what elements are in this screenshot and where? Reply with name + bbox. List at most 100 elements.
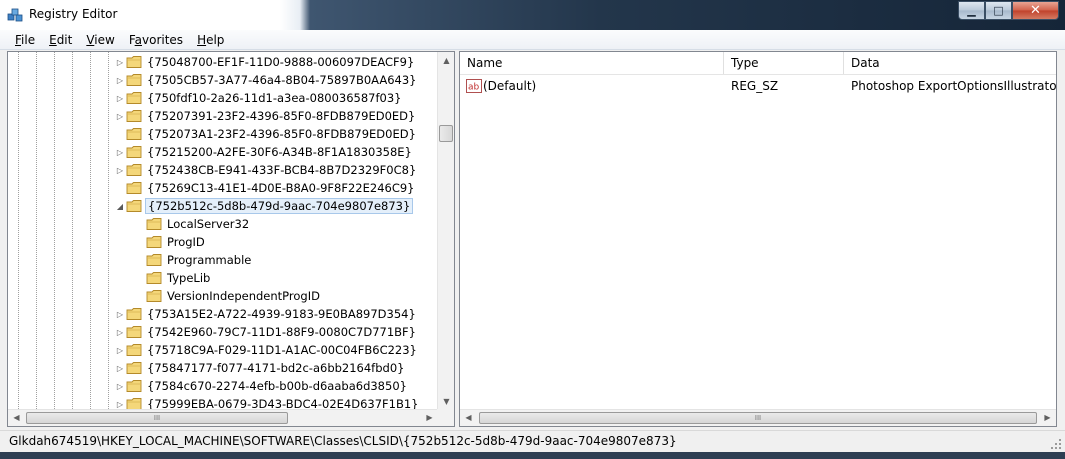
tree-node-label: {75215200-A2FE-30F6-A34B-8F1A1830358E} (147, 145, 412, 159)
tree-node-label: {750fdf10-2a26-11d1-a3ea-080036587f03} (147, 91, 402, 105)
status-key-path: Glkdah674519\HKEY_LOCAL_MACHINE\SOFTWARE… (9, 434, 677, 448)
tree-node[interactable]: {752073A1-23F2-4396-85F0-8FDB879ED0ED} (8, 125, 438, 143)
tree-node[interactable]: ◢ {752b512c-5d8b-479d-9aac-704e9807e873} (8, 197, 438, 215)
tree-node[interactable]: {75269C13-41E1-4D0E-B8A0-9F8F22E246C9} (8, 179, 438, 197)
caption-buttons: ▁ □ ✕ (958, 1, 1059, 21)
tree-horizontal-scrollbar[interactable]: ◀ III ▶ (8, 409, 438, 426)
resize-grip-icon[interactable] (1050, 438, 1062, 450)
maximize-button[interactable]: □ (985, 1, 1012, 20)
column-header-data[interactable]: Data (844, 52, 1056, 74)
tree-collapsed-arrow-icon[interactable]: ▷ (116, 328, 124, 337)
scroll-right-arrow-icon[interactable]: ▶ (421, 410, 438, 426)
scroll-grip-icon: III (754, 414, 762, 422)
folder-icon (126, 73, 142, 87)
tree-collapsed-arrow-icon[interactable]: ▷ (116, 148, 124, 157)
tree-node-label: {752073A1-23F2-4396-85F0-8FDB879ED0ED} (147, 127, 416, 141)
values-horizontal-scrollbar[interactable]: ◀ III ▶ (460, 409, 1056, 426)
folder-icon (126, 109, 142, 123)
tree-node[interactable]: ▷ {75718C9A-F029-11D1-A1AC-00C04FB6C223} (8, 341, 438, 359)
scroll-up-arrow-icon[interactable]: ▲ (438, 52, 454, 69)
value-row[interactable]: ab (Default) REG_SZ Photoshop ExportOpti… (460, 76, 1056, 96)
close-icon: ✕ (1030, 3, 1041, 18)
column-header-type[interactable]: Type (724, 52, 844, 74)
folder-icon (146, 253, 162, 267)
key-tree[interactable]: ▷ {75048700-EF1F-11D0-9888-006097DEACF9} ▷… (8, 52, 438, 410)
scroll-down-arrow-icon[interactable]: ▼ (438, 393, 454, 410)
tree-node[interactable]: ▷ {75207391-23F2-4396-85F0-8FDB879ED0ED} (8, 107, 438, 125)
title-bar[interactable]: Registry Editor ▁ □ ✕ (0, 0, 1065, 30)
folder-icon (126, 343, 142, 357)
tree-collapsed-arrow-icon[interactable]: ▷ (116, 382, 124, 391)
tree-node[interactable]: Programmable (8, 251, 438, 269)
tree-expanded-arrow-icon[interactable]: ◢ (116, 202, 124, 211)
tree-node-label: {7505CB57-3A77-46a4-8B04-75897B0AA643} (147, 73, 417, 87)
tree-node[interactable]: ▷ {75215200-A2FE-30F6-A34B-8F1A1830358E} (8, 143, 438, 161)
folder-icon (146, 217, 162, 231)
tree-node[interactable]: VersionIndependentProgID (8, 287, 438, 305)
folder-icon (126, 145, 142, 159)
tree-horizontal-scroll-thumb[interactable]: III (26, 412, 288, 424)
close-button[interactable]: ✕ (1012, 1, 1059, 20)
column-header-name[interactable]: Name (460, 52, 724, 74)
tree-node[interactable]: ▷ {75999EBA-0679-3D43-BDC4-02E4D637F1B1} (8, 395, 438, 410)
tree-collapsed-arrow-icon[interactable]: ▷ (116, 166, 124, 175)
tree-collapsed-arrow-icon[interactable]: ▷ (116, 76, 124, 85)
menu-file[interactable]: File (8, 33, 42, 47)
tree-vertical-scroll-thumb[interactable] (439, 125, 453, 142)
folder-icon (126, 91, 142, 105)
tree-vertical-scrollbar[interactable]: ▲ ▼ (437, 52, 454, 410)
scroll-left-arrow-icon[interactable]: ◀ (460, 410, 477, 426)
tree-collapsed-arrow-icon[interactable]: ▷ (116, 346, 124, 355)
menu-bar: File Edit View Favorites Help (0, 30, 1065, 50)
tree-node-label: {752438CB-E941-433F-BCB4-8B7D2329F0C8} (147, 163, 417, 177)
tree-node[interactable]: ▷ {7542E960-79C7-11D1-88F9-0080C7D771BF} (8, 323, 438, 341)
menu-favorites[interactable]: Favorites (122, 33, 190, 47)
tree-node[interactable]: ▷ {75048700-EF1F-11D0-9888-006097DEACF9} (8, 53, 438, 71)
maximize-icon: □ (993, 4, 1004, 17)
tree-node[interactable]: ProgID (8, 233, 438, 251)
status-bar: Glkdah674519\HKEY_LOCAL_MACHINE\SOFTWARE… (0, 430, 1065, 452)
tree-node-label: {75207391-23F2-4396-85F0-8FDB879ED0ED} (147, 109, 416, 123)
tree-node-label: {7542E960-79C7-11D1-88F9-0080C7D771BF} (147, 325, 416, 339)
tree-node-label: {7584c670-2274-4efb-b00b-d6aaba6d3850} (147, 379, 407, 393)
tree-collapsed-arrow-icon[interactable]: ▷ (116, 310, 124, 319)
value-type: REG_SZ (731, 79, 779, 93)
tree-collapsed-arrow-icon[interactable]: ▷ (116, 58, 124, 67)
folder-icon (126, 127, 142, 141)
folder-icon (146, 235, 162, 249)
values-horizontal-scroll-thumb[interactable]: III (479, 412, 1037, 424)
menu-view[interactable]: View (79, 33, 121, 47)
svg-text:ab: ab (468, 83, 480, 93)
desktop-background-strip (0, 452, 1065, 459)
string-value-icon: ab (466, 79, 482, 93)
values-pane: Name Type Data ab (Default) REG_SZ Photo… (459, 51, 1057, 427)
tree-collapsed-arrow-icon[interactable]: ▷ (116, 112, 124, 121)
tree-node[interactable]: ▷ {7505CB57-3A77-46a4-8B04-75897B0AA643} (8, 71, 438, 89)
tree-node[interactable]: LocalServer32 (8, 215, 438, 233)
tree-node[interactable]: ▷ {75847177-f077-4171-bd2c-a6bb2164fbd0} (8, 359, 438, 377)
tree-collapsed-arrow-icon[interactable]: ▷ (116, 400, 124, 409)
tree-node[interactable]: ▷ {750fdf10-2a26-11d1-a3ea-080036587f03} (8, 89, 438, 107)
folder-icon (146, 271, 162, 285)
minimize-button[interactable]: ▁ (958, 1, 985, 20)
scroll-right-arrow-icon[interactable]: ▶ (1039, 410, 1056, 426)
folder-icon (126, 181, 142, 195)
registry-editor-icon (7, 8, 23, 22)
tree-node-label-selected: {752b512c-5d8b-479d-9aac-704e9807e873} (145, 198, 414, 214)
tree-node[interactable]: ▷ {7584c670-2274-4efb-b00b-d6aaba6d3850} (8, 377, 438, 395)
tree-node[interactable]: ▷ {752438CB-E941-433F-BCB4-8B7D2329F0C8} (8, 161, 438, 179)
tree-node-label: TypeLib (167, 271, 211, 285)
tree-collapsed-arrow-icon[interactable]: ▷ (116, 364, 124, 373)
tree-node-label: LocalServer32 (167, 217, 250, 231)
folder-icon (126, 163, 142, 177)
tree-node-label: {75718C9A-F029-11D1-A1AC-00C04FB6C223} (147, 343, 417, 357)
tree-collapsed-arrow-icon[interactable]: ▷ (116, 94, 124, 103)
menu-help[interactable]: Help (190, 33, 231, 47)
tree-node[interactable]: ▷ {753A15E2-A722-4939-9183-9E0BA897D354} (8, 305, 438, 323)
tree-node-label: {753A15E2-A722-4939-9183-9E0BA897D354} (147, 307, 416, 321)
folder-icon (126, 55, 142, 69)
scroll-left-arrow-icon[interactable]: ◀ (8, 410, 25, 426)
menu-edit[interactable]: Edit (42, 33, 79, 47)
folder-icon (126, 325, 142, 339)
tree-node[interactable]: TypeLib (8, 269, 438, 287)
